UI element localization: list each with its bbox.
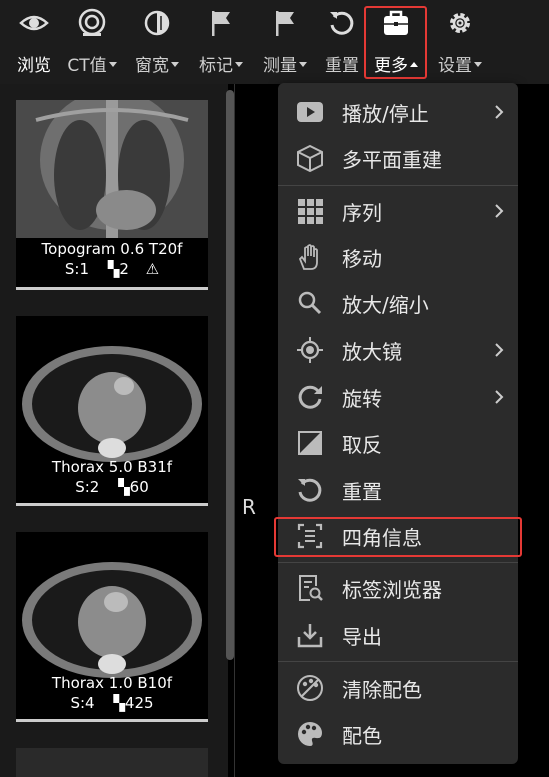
chevron-right-icon (495, 105, 504, 119)
menu-item-export[interactable]: 导出 (278, 613, 518, 657)
load-progress-bar (16, 503, 208, 506)
topogram-image (16, 100, 208, 238)
menu-item-pan[interactable]: 移动 (278, 235, 518, 279)
gear-icon (450, 13, 470, 33)
menu-item-play-stop[interactable]: 播放/停止 (278, 90, 518, 134)
tag-browser-icon (299, 575, 323, 601)
reset-icon (330, 11, 354, 35)
chevron-right-icon (495, 204, 504, 218)
chevron-right-icon (495, 343, 504, 357)
settings-tool[interactable]: 设置 (432, 0, 488, 84)
series-name: Thorax 5.0 B31f (51, 458, 173, 476)
load-progress-bar (16, 719, 208, 722)
series-thumbnail-2[interactable]: Thorax 5.0 B31f S:2 ▚60 (16, 316, 208, 506)
palette-icon (298, 722, 322, 746)
series-scrollbar[interactable] (226, 90, 234, 660)
hand-icon (298, 244, 318, 270)
ct-value-tool[interactable]: CT值 (62, 0, 122, 84)
invert-icon (298, 431, 322, 455)
menu-item-reset[interactable]: 重置 (278, 468, 518, 512)
menu-item-mpr[interactable]: 多平面重建 (278, 136, 518, 180)
series-name: Topogram 0.6 T20f (41, 240, 183, 258)
warning-icon: ⚠ (145, 260, 160, 278)
window-width-label: 窗宽 (128, 51, 186, 76)
reset-tool[interactable]: 重置 (320, 0, 364, 84)
menu-item-color[interactable]: 配色 (278, 712, 518, 756)
more-highlight-box (364, 6, 427, 79)
play-icon (297, 102, 323, 122)
menu-item-zoom[interactable]: 放大/缩小 (278, 281, 518, 325)
menu-divider (278, 562, 518, 563)
image-stack-icon: ▚ (118, 478, 130, 496)
menu-item-tag-browser[interactable]: 标签浏览器 (278, 566, 518, 610)
flag-measure-icon (276, 11, 294, 36)
chevron-right-icon (495, 390, 504, 404)
corner-info-highlight-box (274, 517, 522, 557)
toolbar: 浏览 CT值 窗宽 标记 测量 重置 更多 设置 (0, 0, 549, 84)
grid-icon (298, 199, 323, 224)
image-stack-icon: ▚ (113, 694, 125, 712)
menu-item-rotate[interactable]: 旋转 (278, 375, 518, 419)
menu-item-magnifier[interactable]: 放大镜 (278, 328, 518, 372)
series-thumbnail-4[interactable] (16, 748, 208, 777)
measure-tool[interactable]: 测量 (256, 0, 314, 84)
menu-item-clear-color[interactable]: 清除配色 (278, 666, 518, 710)
cube-icon (297, 144, 323, 172)
series-info: S:4 ▚425 (70, 694, 154, 712)
thorax-axial-image (16, 532, 208, 682)
window-width-tool[interactable]: 窗宽 (128, 0, 186, 84)
thorax-axial-image (16, 316, 208, 466)
flag-icon (212, 11, 230, 36)
contrast-icon (144, 10, 170, 36)
magnifier-icon (298, 291, 322, 315)
browse-tool[interactable]: 浏览 (8, 0, 60, 84)
measure-label: 测量 (256, 51, 314, 76)
reset-label: 重置 (325, 56, 359, 76)
reset-icon (298, 478, 322, 502)
menu-item-series[interactable]: 序列 (278, 189, 518, 233)
export-icon (297, 624, 323, 648)
menu-item-invert[interactable]: 取反 (278, 421, 518, 465)
clear-palette-icon (297, 675, 323, 701)
series-thumbnail-3[interactable]: Thorax 1.0 B10f S:4 ▚425 (16, 532, 208, 722)
rotate-icon (298, 385, 322, 409)
ct-scanner-icon (78, 8, 106, 36)
image-stack-icon: ▚ (107, 260, 120, 278)
settings-label: 设置 (432, 51, 488, 76)
target-icon (297, 337, 323, 363)
menu-divider (278, 185, 518, 186)
orientation-marker: R (242, 495, 256, 519)
load-progress-bar (16, 287, 208, 290)
series-name: Thorax 1.0 B10f (51, 674, 173, 692)
eye-icon (19, 15, 49, 31)
menu-divider (278, 661, 518, 662)
browse-label: 浏览 (17, 56, 51, 76)
series-info: S:2 ▚60 (75, 478, 149, 496)
mark-tool[interactable]: 标记 (192, 0, 250, 84)
series-info: S:1 ▚2 ⚠ (64, 260, 160, 278)
mark-label: 标记 (192, 51, 250, 76)
ct-value-label: CT值 (62, 51, 122, 76)
series-thumbnail-1[interactable]: Topogram 0.6 T20f S:1 ▚2 ⚠ (16, 100, 208, 290)
